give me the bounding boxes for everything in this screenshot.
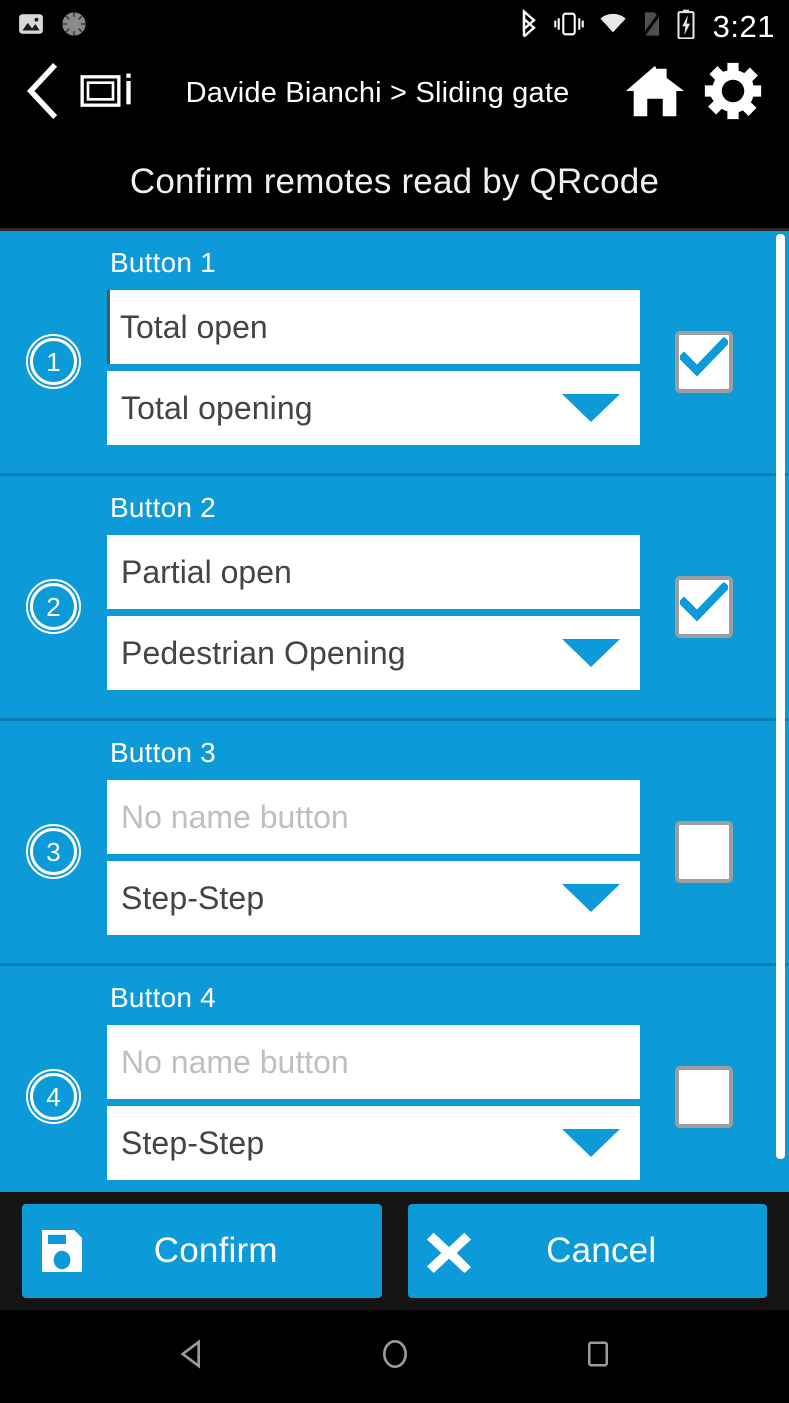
status-badge: 4 <box>26 1069 81 1124</box>
badge-number: 1 <box>46 346 61 377</box>
remote-info-button[interactable] <box>70 71 146 116</box>
badge-number: 2 <box>46 591 61 622</box>
row-fields: Button 1 Total opening <box>107 247 642 445</box>
button-label: Button 4 <box>110 982 216 1013</box>
action-bar: Confirm Cancel <box>0 1192 789 1310</box>
triangle-back-icon <box>176 1338 208 1375</box>
screenshot-image-icon <box>18 11 44 42</box>
table-row: 2 Button 2 Pedestrian Opening <box>0 476 789 721</box>
button-name-input[interactable] <box>107 290 640 364</box>
remotes-list: 1 Button 1 Total opening <box>0 228 789 1192</box>
row-checkbox-container <box>642 982 789 1192</box>
badge-number: 3 <box>46 836 61 867</box>
no-sim-icon <box>641 9 663 43</box>
check-icon <box>677 336 730 383</box>
check-icon <box>677 581 730 628</box>
button-name-input[interactable] <box>107 1025 640 1099</box>
android-back-button[interactable] <box>157 1322 227 1392</box>
brightness-icon <box>60 10 88 43</box>
function-select[interactable]: Total opening <box>107 371 640 445</box>
confirm-button[interactable]: Confirm <box>22 1204 382 1298</box>
app-nav-bar: Davide Bianchi > Sliding gate <box>0 52 789 135</box>
chevron-left-icon <box>22 62 62 125</box>
status-bar-notifications <box>18 10 88 43</box>
row-checkbox-container <box>642 737 789 966</box>
row-checkbox-container <box>642 492 789 721</box>
home-button[interactable] <box>615 61 695 126</box>
function-select[interactable]: Pedestrian Opening <box>107 616 640 690</box>
confirm-button-label: Confirm <box>153 1231 278 1270</box>
button-name-input[interactable] <box>107 780 640 854</box>
system-status-bar: 3:21 <box>0 0 789 52</box>
row-index-badge-container: 4 <box>0 982 107 1192</box>
settings-button[interactable] <box>695 61 771 126</box>
row-index-badge-container: 3 <box>0 737 107 966</box>
row-checkbox-container <box>642 247 789 476</box>
chevron-down-icon <box>562 884 620 912</box>
status-bar-clock: 3:21 <box>712 8 775 44</box>
row-fields: Button 2 Pedestrian Opening <box>107 492 642 690</box>
chevron-down-icon <box>562 394 620 422</box>
square-recents-icon <box>583 1339 613 1374</box>
row-fields: Button 4 Step-Step <box>107 982 642 1180</box>
android-recents-button[interactable] <box>563 1322 633 1392</box>
cancel-button-label: Cancel <box>546 1231 657 1270</box>
status-badge: 3 <box>26 824 81 879</box>
scrollbar[interactable] <box>776 231 785 1192</box>
breadcrumb: Davide Bianchi > Sliding gate <box>185 77 570 109</box>
circle-home-icon <box>379 1338 411 1375</box>
enable-checkbox[interactable] <box>674 820 733 883</box>
app-window: 3:21 Davide Bianchi > Sliding gate Confi… <box>0 0 789 1403</box>
table-row: 1 Button 1 Total opening <box>0 231 789 476</box>
save-floppy-icon <box>40 1228 94 1274</box>
enable-checkbox[interactable] <box>674 330 733 393</box>
chevron-down-icon <box>562 1129 620 1157</box>
status-badge: 1 <box>26 334 81 389</box>
function-select[interactable]: Step-Step <box>107 1106 640 1180</box>
bluetooth-icon <box>518 8 540 44</box>
row-index-badge-container: 2 <box>0 492 107 721</box>
gear-icon <box>703 61 763 126</box>
page-title: Confirm remotes read by QRcode <box>0 135 789 228</box>
enable-checkbox[interactable] <box>674 575 733 638</box>
scrollbar-thumb[interactable] <box>776 234 785 1159</box>
table-row: 4 Button 4 Step-Step <box>0 966 789 1192</box>
function-select-value: Step-Step <box>121 879 265 916</box>
home-icon <box>624 61 686 126</box>
button-label: Button 3 <box>110 737 216 768</box>
android-navigation-bar <box>0 1310 789 1403</box>
button-label: Button 1 <box>110 247 216 278</box>
enable-checkbox[interactable] <box>674 1065 733 1128</box>
vibrate-icon <box>553 10 585 43</box>
wifi-icon <box>598 12 628 41</box>
back-button[interactable] <box>14 62 70 125</box>
status-badge: 2 <box>26 579 81 634</box>
row-fields: Button 3 Step-Step <box>107 737 642 935</box>
function-select[interactable]: Step-Step <box>107 861 640 935</box>
status-bar-system-icons: 3:21 <box>518 8 775 44</box>
function-select-value: Total opening <box>121 389 313 426</box>
cancel-button[interactable]: Cancel <box>407 1204 767 1298</box>
function-select-value: Step-Step <box>121 1124 265 1161</box>
table-row: 3 Button 3 Step-Step <box>0 721 789 966</box>
battery-charging-icon <box>676 9 696 44</box>
function-select-value: Pedestrian Opening <box>121 634 406 671</box>
row-index-badge-container: 1 <box>0 247 107 476</box>
close-x-icon <box>426 1228 480 1274</box>
button-name-input[interactable] <box>107 535 640 609</box>
chevron-down-icon <box>562 639 620 667</box>
badge-number: 4 <box>46 1081 61 1112</box>
remotes-list-content: 1 Button 1 Total opening <box>0 231 789 1192</box>
remote-info-icon <box>79 71 137 116</box>
android-home-button[interactable] <box>360 1322 430 1392</box>
button-label: Button 2 <box>110 492 216 523</box>
